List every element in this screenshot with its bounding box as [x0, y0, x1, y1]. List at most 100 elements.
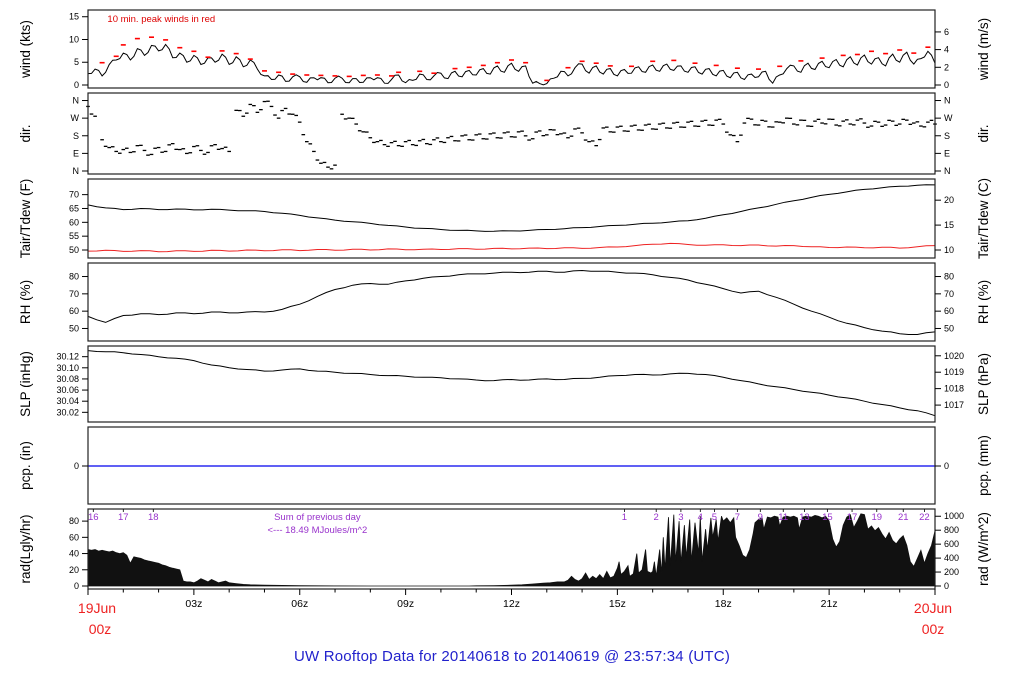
axis-label-left-dir: dir. — [18, 124, 33, 142]
tick-label-left: 60 — [69, 532, 79, 542]
tick-label-right: 400 — [944, 553, 959, 563]
radiation-sum-label: 1 — [622, 512, 627, 523]
x-tick-label: 18z — [715, 598, 732, 610]
x-tick-label: 12z — [503, 598, 520, 610]
tick-label-left: 60 — [69, 306, 79, 316]
tick-label-left: 30.10 — [56, 363, 79, 373]
tick-label-right: 1017 — [944, 400, 964, 410]
x-tick-label: 06z — [291, 598, 308, 610]
axis-label-left-rh: RH (%) — [18, 280, 33, 324]
radiation-sum-label: 19 — [871, 512, 882, 523]
tick-label-left: W — [71, 113, 80, 123]
tick-label-right: 1019 — [944, 367, 964, 377]
tick-label-left: 30.08 — [56, 374, 79, 384]
tick-label-right: N — [944, 96, 951, 106]
tick-label-left: 30.02 — [56, 407, 79, 417]
tick-label-right: S — [944, 131, 950, 141]
tick-label-left: 50 — [69, 245, 79, 255]
tick-label-left: 5 — [74, 57, 79, 67]
meteorogram-figure: 0 5 10 15 0 2 4 6 wind (kts) wind (m/s) 10 min. pe… — [0, 0, 1024, 700]
tick-label-right: N — [944, 166, 951, 176]
tick-label-left: 80 — [69, 516, 79, 526]
tick-label-left: E — [73, 148, 79, 158]
x-end-hour: 00z — [922, 621, 945, 637]
axis-label-left-temp: Tair/Tdew (F) — [18, 179, 33, 259]
radiation-sum-label: 11 — [778, 512, 788, 523]
tick-label-left: N — [73, 96, 80, 106]
tick-label-left: 15 — [69, 12, 79, 22]
tick-label-right: 200 — [944, 567, 959, 577]
tick-label-left: 30.04 — [56, 396, 79, 406]
panel-annotation: <--- 18.49 MJoules/m^2 — [268, 525, 368, 536]
x-start-hour: 00z — [89, 621, 112, 637]
radiation-sum-label: 22 — [919, 512, 930, 523]
radiation-sum-label: 2 — [654, 512, 659, 523]
tick-label-left: 70 — [69, 289, 79, 299]
panel-wind: 0 5 10 15 0 2 4 6 wind (kts) wind (m/s) 10 min. pe… — [18, 9, 991, 90]
axis-label-right-rh: RH (%) — [976, 280, 991, 324]
tick-label-right: 1020 — [944, 351, 964, 361]
radiation-sum-label: 21 — [898, 512, 909, 523]
tick-label-left: 10 — [69, 34, 79, 44]
axis-label-left-rad: rad(Lgly/hr) — [18, 514, 33, 583]
tick-label-left: 0 — [74, 80, 79, 90]
panel-rh: 50 60 70 80 50 60 70 80 RH (%) RH (%) — [18, 262, 991, 342]
axis-label-right-pcp: pcp. (mm) — [976, 435, 991, 496]
tick-label-right: W — [944, 113, 953, 123]
tick-label-left: 65 — [69, 203, 79, 213]
tick-label-right: 80 — [944, 272, 954, 282]
x-end-date: 20Jun — [914, 600, 952, 616]
x-tick-label: 09z — [397, 598, 414, 610]
radiation-sum-label: 9 — [758, 512, 763, 523]
tick-label-left: 70 — [69, 190, 79, 200]
axis-label-left-wind: wind (kts) — [18, 20, 33, 79]
axis-label-left-pcp: pcp. (in) — [18, 441, 33, 490]
axis-label-right-rad: rad (W/m^2) — [976, 512, 991, 586]
chart-title: UW Rooftop Data for 20140618 to 20140619… — [293, 648, 731, 665]
tick-label-right: 60 — [944, 306, 954, 316]
radiation-sum-label: 18 — [148, 512, 159, 523]
tick-label-right: 0 — [944, 581, 949, 591]
tick-label-right: E — [944, 148, 950, 158]
tick-label-right: 2 — [944, 62, 949, 72]
tick-label-right: 0 — [944, 80, 949, 90]
x-axis: 03z 06z 09z 12z 15z 18z 21z 19Jun 00z 20Jun 00z — [78, 589, 952, 637]
axis-label-right-temp: Tair/Tdew (C) — [976, 178, 991, 259]
radiation-sum-label: 13 — [799, 512, 810, 523]
panel-rad: 02040608002004006008001000rad(Lgly/hr) ra… — [18, 508, 991, 591]
tick-label-right: 10 — [944, 245, 954, 255]
panel-temp: 50 55 60 65 70 10 15 20 Tair/Tdew (F) Tair/Tdew (… — [18, 178, 991, 259]
x-start-date: 19Jun — [78, 600, 116, 616]
tick-label-right: 50 — [944, 323, 954, 333]
tick-label-left: 30.06 — [56, 385, 79, 395]
x-tick-label: 15z — [609, 598, 626, 610]
tick-label-right: 20 — [944, 195, 954, 205]
panel-annotation: Sum of previous day — [274, 512, 361, 523]
tick-label-left: 30.12 — [56, 352, 79, 362]
tick-label-right: 70 — [944, 289, 954, 299]
tick-label-right: 15 — [944, 220, 954, 230]
radiation-sum-label: 17 — [118, 512, 129, 523]
panel-pcp: 0 0 pcp. (in) pcp. (mm) — [18, 426, 991, 505]
tick-label-left: 60 — [69, 217, 79, 227]
panel-dir: NESWNNESWNdir. dir. — [18, 92, 991, 176]
tick-label-left: 50 — [69, 323, 79, 333]
tick-label-right: 0 — [944, 461, 949, 471]
tick-label-right: 1018 — [944, 384, 964, 394]
radiation-sum-label: 7 — [735, 512, 740, 523]
tick-label-left: S — [73, 131, 79, 141]
tick-label-left: 0 — [74, 461, 79, 471]
meteorogram-plot: 0510150246wind (kts) wind (m/s)10 min. pe… — [18, 9, 991, 637]
tick-label-left: 20 — [69, 565, 79, 575]
panel-slp: 30.0230.0430.0630.0830.1030.12 1017 1018 10… — [18, 345, 991, 423]
panel-annotation: 10 min. peak winds in red — [107, 14, 215, 25]
tick-label-left: N — [73, 166, 80, 176]
x-tick-label: 03z — [185, 598, 202, 610]
radiation-sum-label: 15 — [822, 512, 833, 523]
tick-label-left: 0 — [74, 581, 79, 591]
axis-label-right-slp: SLP (hPa) — [976, 353, 991, 415]
radiation-sum-label: 16 — [88, 512, 99, 523]
radiation-sum-label: 5 — [712, 512, 717, 523]
tick-label-right: 4 — [944, 45, 949, 55]
axis-label-right-wind: wind (m/s) — [976, 18, 991, 81]
